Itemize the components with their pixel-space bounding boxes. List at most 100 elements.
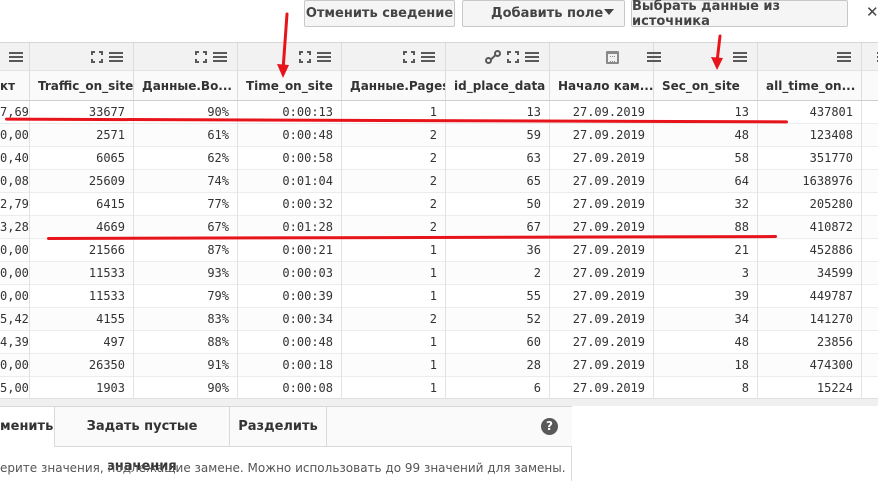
table-row[interactable]: 5,00 1903 90% 0:00:08 1 6 27.09.2019 8 15224 (0, 377, 878, 398)
expand-icon[interactable] (403, 51, 415, 63)
table-cell: 123408 (758, 124, 862, 147)
table-cell: 58 (654, 147, 758, 170)
table-row[interactable]: 5,42 4155 83% 0:00:34 2 52 27.09.2019 34 141270 (0, 308, 878, 331)
menu-icon[interactable] (9, 51, 23, 63)
column-header-c5[interactable]: id_place_data (446, 71, 550, 100)
table-cell: 1 (342, 262, 446, 285)
menu-icon[interactable] (317, 51, 331, 63)
table-cell: 1 (342, 239, 446, 262)
table-cell: 52 (446, 308, 550, 331)
table-cell: 0,00 (0, 124, 30, 147)
calendar-icon[interactable] (606, 50, 619, 64)
table-cell: 4155 (30, 308, 134, 331)
table-row[interactable]: 2,79 6415 77% 0:00:32 2 50 27.09.2019 32 205280 (0, 193, 878, 216)
table-cell: 83% (134, 308, 238, 331)
table-row[interactable]: 0,00 21566 87% 0:00:21 1 36 27.09.2019 21 452886 (0, 239, 878, 262)
table-row[interactable]: 0,40 6065 62% 0:00:58 2 63 27.09.2019 58 351770 (0, 147, 878, 170)
unpivot-button[interactable]: Отменить сведение (304, 0, 455, 27)
table-cell: 0,00 (0, 354, 30, 377)
table-cell: 63 (446, 147, 550, 170)
column-icon-cell (0, 43, 30, 70)
column-icon-cell (134, 43, 238, 70)
table-cell: 88% (134, 331, 238, 354)
transform-tabs: менить Задать пустые значения Разделить … (0, 407, 572, 474)
table-cell: 27.09.2019 (550, 239, 654, 262)
add-field-label: Добавить поле (491, 6, 604, 21)
table-cell (862, 354, 878, 377)
table-cell (862, 124, 878, 147)
menu-icon[interactable] (421, 51, 435, 63)
table-row[interactable]: 4,39 497 88% 0:00:48 1 60 27.09.2019 48 23856 (0, 331, 878, 354)
menu-icon[interactable] (109, 51, 123, 63)
tab-replace[interactable]: менить (0, 407, 55, 447)
table-cell: 27.09.2019 (550, 331, 654, 354)
table-cell: 27.09.2019 (550, 147, 654, 170)
table-cell: 2 (342, 124, 446, 147)
table-cell (862, 239, 878, 262)
table-cell (862, 216, 878, 239)
horizontal-scrollbar[interactable] (0, 398, 878, 406)
expand-icon[interactable] (507, 51, 519, 63)
table-cell: 449787 (758, 285, 862, 308)
table-row[interactable]: 0,00 2571 61% 0:00:48 2 59 27.09.2019 48 123408 (0, 124, 878, 147)
toolbar: Отменить сведение Добавить поле Выбрать … (0, 0, 878, 42)
table-cell: 141270 (758, 308, 862, 331)
tab-split[interactable]: Разделить (230, 407, 327, 447)
table-cell: 0:00:58 (238, 147, 342, 170)
table-cell: 27.09.2019 (550, 262, 654, 285)
table-cell: 5,42 (0, 308, 30, 331)
menu-icon[interactable] (733, 51, 747, 63)
table-row[interactable]: 0,08 25609 74% 0:01:04 2 65 27.09.2019 64 163897… (0, 170, 878, 193)
column-header-c0[interactable]: кт (0, 71, 30, 100)
table-cell: 0:01:04 (238, 170, 342, 193)
help-icon[interactable]: ? (541, 418, 558, 435)
table-cell: 27.09.2019 (550, 193, 654, 216)
column-header-c6[interactable]: Начало кам... (550, 71, 654, 100)
table-row[interactable]: 0,00 11533 79% 0:00:39 1 55 27.09.2019 39 449787 (0, 285, 878, 308)
select-data-from-source-button[interactable]: Выбрать данные из источника (631, 0, 848, 29)
table-cell: 2 (342, 170, 446, 193)
menu-icon[interactable] (837, 51, 851, 63)
column-header-c7[interactable]: Sec_on_site (654, 71, 758, 100)
table-cell: 205280 (758, 193, 862, 216)
table-cell: 3 (654, 262, 758, 285)
table-cell: 5,00 (0, 377, 30, 398)
table-cell: 351770 (758, 147, 862, 170)
expand-icon[interactable] (91, 51, 103, 63)
column-icon-cell (550, 43, 661, 70)
table-cell: 55 (446, 285, 550, 308)
transform-panel: менить Задать пустые значения Разделить … (0, 406, 572, 481)
table-cell (862, 101, 878, 124)
column-icon-cell (342, 43, 446, 70)
column-header-c1[interactable]: Traffic_on_site (30, 71, 134, 100)
table-cell: 0,08 (0, 170, 30, 193)
table-cell: 87% (134, 239, 238, 262)
table-cell: 27.09.2019 (550, 308, 654, 331)
expand-icon[interactable] (195, 51, 207, 63)
table-cell: 474300 (758, 354, 862, 377)
table-cell: 452886 (758, 239, 862, 262)
table-cell: 497 (30, 331, 134, 354)
table-cell: 0:00:32 (238, 193, 342, 216)
link-icon[interactable] (485, 50, 501, 64)
expand-icon[interactable] (299, 51, 311, 63)
menu-icon[interactable] (213, 51, 227, 63)
table-cell: 2571 (30, 124, 134, 147)
table-cell: 91% (134, 354, 238, 377)
table-cell: 90% (134, 377, 238, 398)
table-cell: 60 (446, 331, 550, 354)
column-header-c8[interactable]: all_time_on... (758, 71, 862, 100)
table-row[interactable]: 0,00 11533 93% 0:00:03 1 2 27.09.2019 3 34599 (0, 262, 878, 285)
tab-set-null-values[interactable]: Задать пустые значения (55, 407, 230, 474)
table-row[interactable]: 0,00 26350 91% 0:00:18 1 28 27.09.2019 18 474300 (0, 354, 878, 377)
caret-down-icon[interactable] (604, 9, 614, 15)
column-header-c2[interactable]: Данные.Во... (134, 71, 238, 100)
add-field-button[interactable]: Добавить поле (462, 0, 625, 27)
column-header-c4[interactable]: Данные.Pages (342, 71, 446, 100)
table-cell: 77% (134, 193, 238, 216)
close-icon[interactable]: ✕ (866, 3, 878, 21)
table-cell: 11533 (30, 262, 134, 285)
table-cell: 1 (342, 354, 446, 377)
menu-icon[interactable] (525, 51, 539, 63)
column-header-c9[interactable] (862, 71, 878, 100)
